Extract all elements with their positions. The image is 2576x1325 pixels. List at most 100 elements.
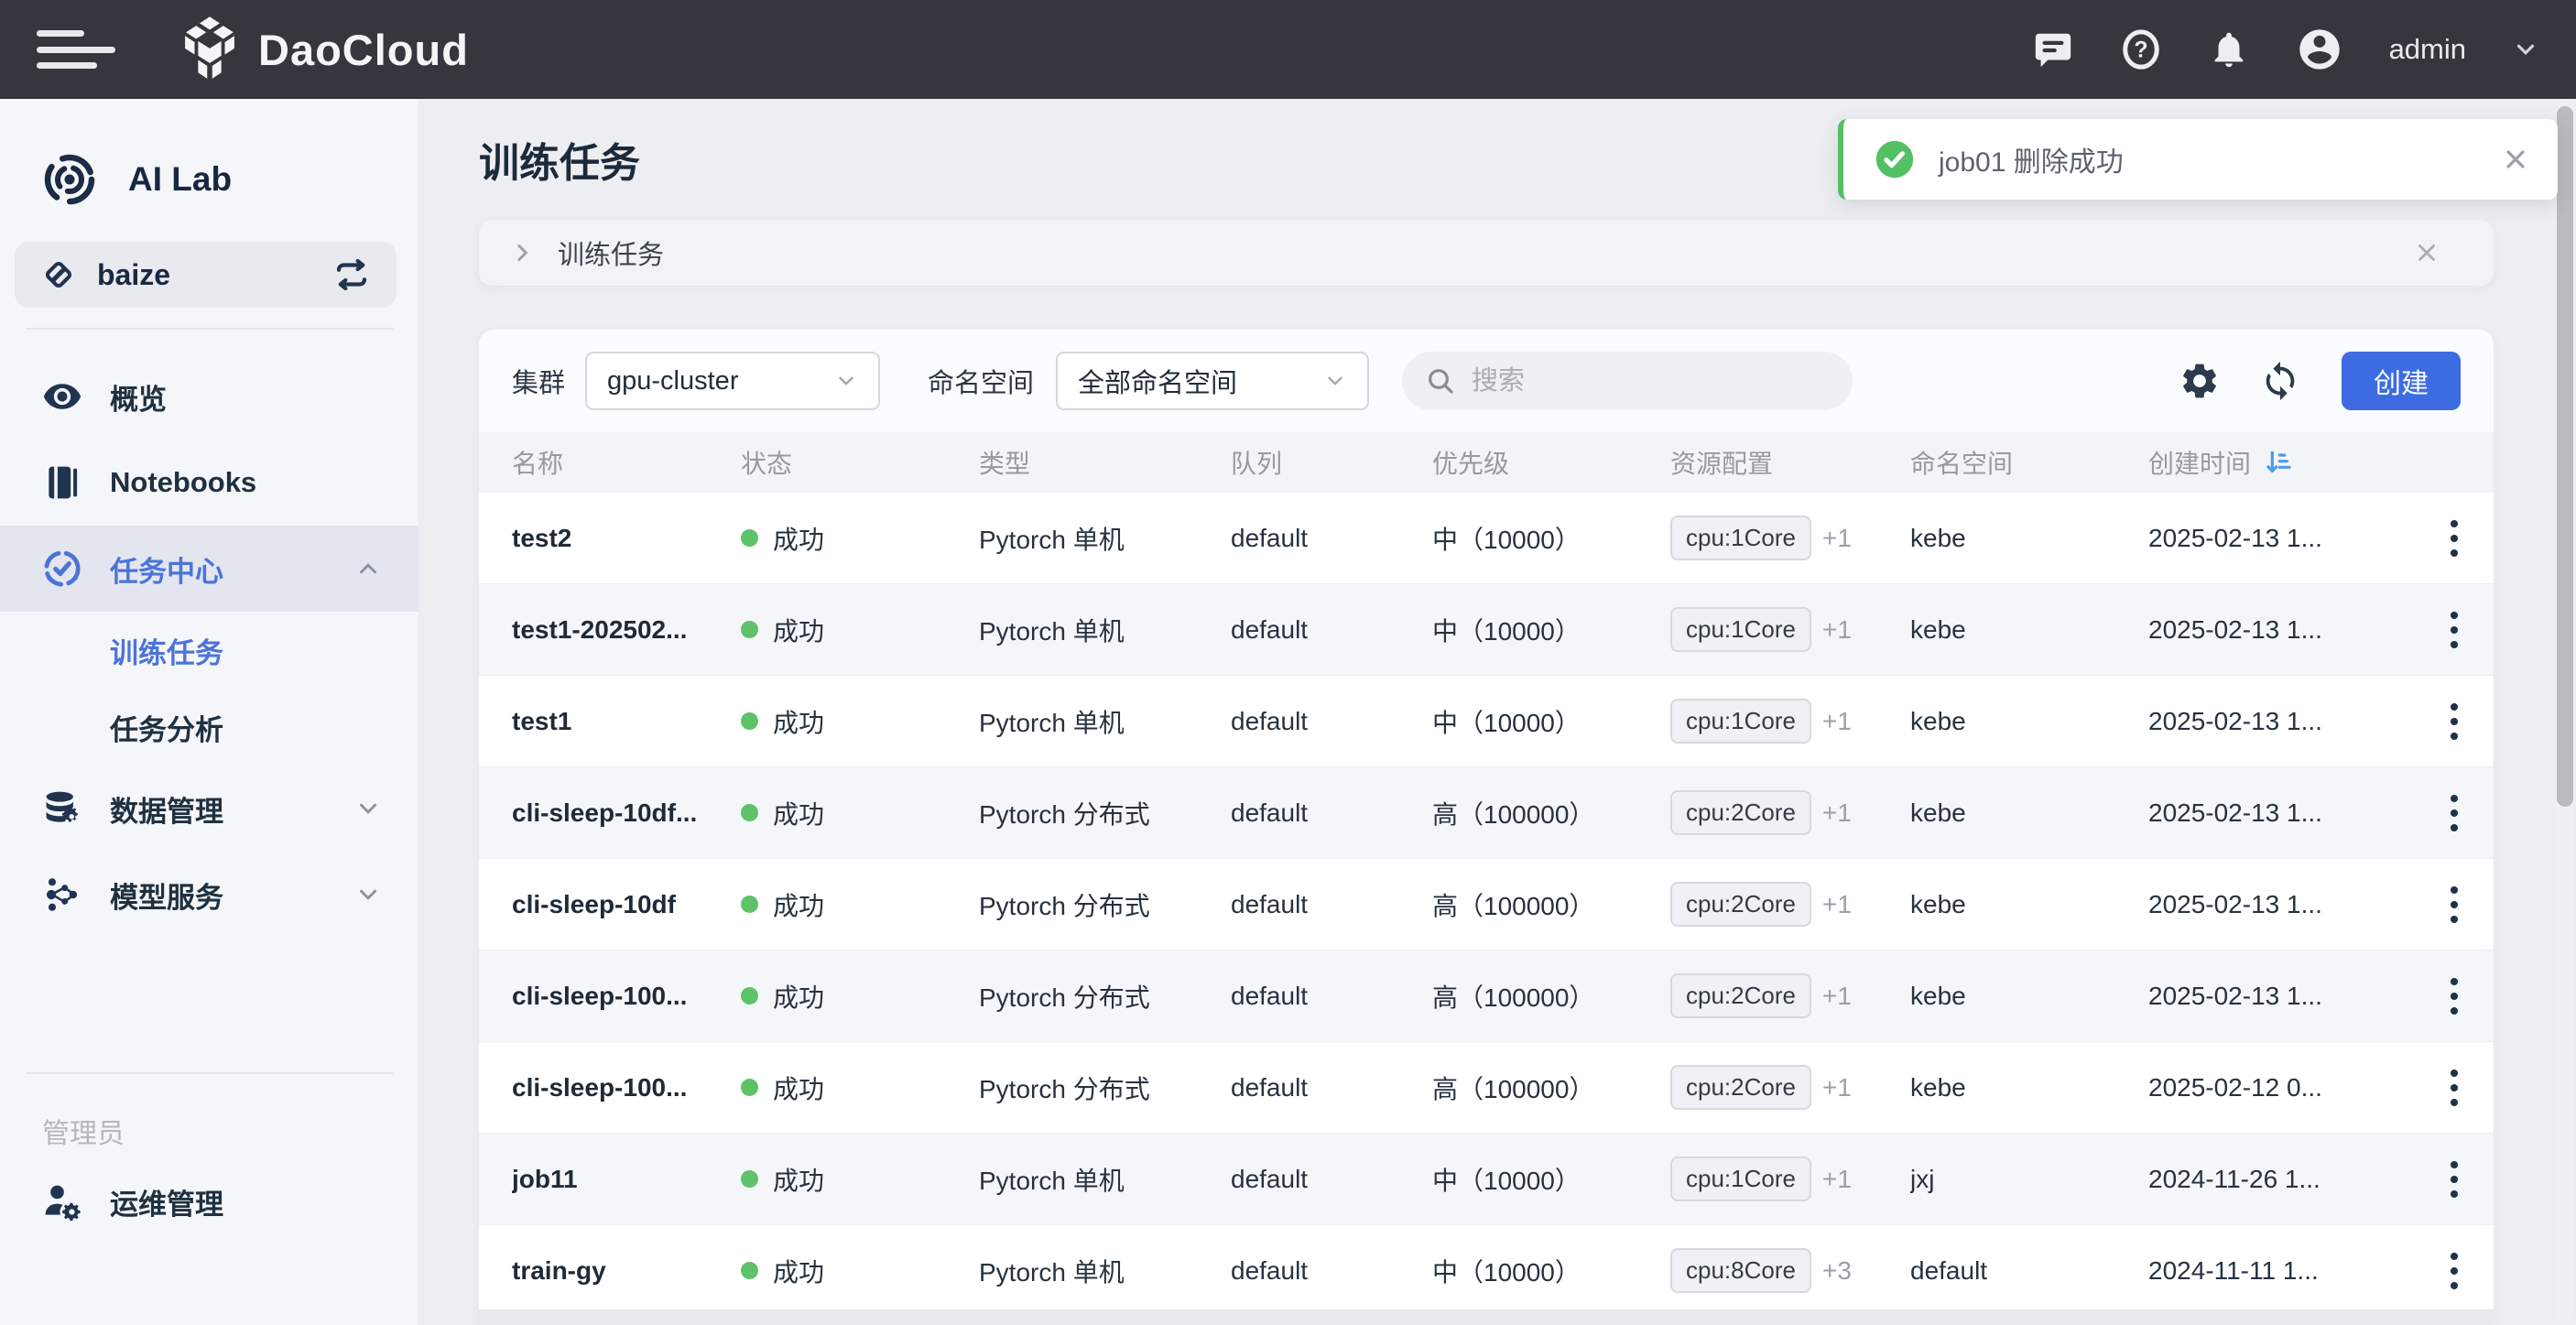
column-header-namespace[interactable]: 命名空间 xyxy=(1910,444,2148,481)
resource-chip[interactable]: cpu:1Core xyxy=(1670,699,1811,744)
gear-icon[interactable] xyxy=(2179,360,2221,402)
column-header-priority[interactable]: 优先级 xyxy=(1432,444,1670,481)
bell-icon[interactable] xyxy=(2208,28,2250,71)
resource-extra-badge[interactable]: +1 xyxy=(1822,798,1852,828)
resource-chip[interactable]: cpu:8Core xyxy=(1670,1248,1811,1293)
chevron-down-icon[interactable] xyxy=(354,795,382,822)
kebab-menu-icon[interactable] xyxy=(2449,606,2460,654)
column-header-type[interactable]: 类型 xyxy=(979,444,1231,481)
resource-extra-badge[interactable]: +1 xyxy=(1822,615,1852,645)
resource-chip[interactable]: cpu:1Core xyxy=(1670,1157,1811,1201)
namespace-select[interactable]: 全部命名空间 xyxy=(1056,352,1369,410)
column-header-name[interactable]: 名称 xyxy=(512,444,741,481)
sidebar-item-overview[interactable]: 概览 xyxy=(0,353,418,440)
kebab-menu-icon[interactable] xyxy=(2449,1064,2460,1112)
kebab-menu-icon[interactable] xyxy=(2449,1247,2460,1295)
help-icon[interactable]: ? xyxy=(2120,28,2162,71)
message-icon[interactable] xyxy=(2032,28,2074,71)
username[interactable]: admin xyxy=(2389,33,2466,66)
job-resources: cpu:1Core +1 xyxy=(1670,699,1910,744)
resource-extra-badge[interactable]: +1 xyxy=(1822,890,1852,919)
kebab-menu-icon[interactable] xyxy=(2449,881,2460,929)
chevron-down-icon[interactable] xyxy=(354,881,382,908)
table-row[interactable]: cli-sleep-100... 成功 Pytorch 分布式 default … xyxy=(479,1042,2494,1134)
resource-chip[interactable]: cpu:1Core xyxy=(1670,516,1811,560)
table-row[interactable]: job11 成功 Pytorch 单机 default 中（10000） cpu… xyxy=(479,1134,2494,1225)
column-header-created-label[interactable]: 创建时间 xyxy=(2148,444,2251,481)
sort-descending-icon[interactable] xyxy=(2264,448,2293,477)
resource-extra-badge[interactable]: +1 xyxy=(1822,1073,1852,1102)
avatar[interactable] xyxy=(2296,26,2343,73)
brand[interactable]: DaoCloud xyxy=(179,16,469,82)
resource-extra-badge[interactable]: +3 xyxy=(1822,1256,1852,1286)
refresh-icon[interactable] xyxy=(2259,360,2301,402)
chevron-down-icon[interactable] xyxy=(2512,36,2539,63)
vertical-scrollbar[interactable] xyxy=(2556,103,2574,1320)
resource-chip[interactable]: cpu:2Core xyxy=(1670,1065,1811,1110)
search-input[interactable] xyxy=(1472,366,1801,396)
job-name[interactable]: job11 xyxy=(512,1165,741,1194)
sidebar-item-task-center[interactable]: 任务中心 xyxy=(0,526,418,612)
job-name[interactable]: test1-202502... xyxy=(512,615,741,645)
resource-extra-badge[interactable]: +1 xyxy=(1822,707,1852,736)
table-row[interactable]: train-gy 成功 Pytorch 单机 default 中（10000） … xyxy=(479,1225,2494,1317)
sidebar-item-ops-management[interactable]: 运维管理 xyxy=(0,1158,418,1244)
table-row[interactable]: test2 成功 Pytorch 单机 default 中（10000） cpu… xyxy=(479,493,2494,584)
job-type: Pytorch 分布式 xyxy=(979,1070,1231,1106)
kebab-menu-icon[interactable] xyxy=(2449,1156,2460,1203)
table-row[interactable]: test1-202502... 成功 Pytorch 单机 default 中（… xyxy=(479,584,2494,676)
resource-extra-badge[interactable]: +1 xyxy=(1822,1165,1852,1194)
sidebar-item-training-jobs[interactable]: 训练任务 xyxy=(0,612,418,689)
column-header-status[interactable]: 状态 xyxy=(741,444,979,481)
kebab-menu-icon[interactable] xyxy=(2449,972,2460,1020)
column-header-resources[interactable]: 资源配置 xyxy=(1670,444,1910,481)
kebab-menu-icon[interactable] xyxy=(2449,698,2460,745)
job-name[interactable]: cli-sleep-100... xyxy=(512,1073,741,1102)
column-header-queue[interactable]: 队列 xyxy=(1231,444,1432,481)
create-button[interactable]: 创建 xyxy=(2342,352,2461,410)
job-name[interactable]: cli-sleep-10df... xyxy=(512,798,741,828)
toast-message: job01 删除成功 xyxy=(1939,139,2124,179)
close-icon[interactable] xyxy=(2413,239,2440,266)
chevron-up-icon[interactable] xyxy=(354,555,382,582)
job-namespace: jxj xyxy=(1910,1165,2148,1194)
resource-chip[interactable]: cpu:2Core xyxy=(1670,882,1811,927)
job-name[interactable]: test1 xyxy=(512,707,741,736)
workspace-selector[interactable]: baize xyxy=(15,242,397,308)
job-name[interactable]: cli-sleep-100... xyxy=(512,982,741,1011)
hamburger-menu-icon[interactable] xyxy=(37,25,115,74)
close-icon[interactable] xyxy=(2501,145,2530,174)
resource-extra-badge[interactable]: +1 xyxy=(1822,524,1852,553)
job-priority: 高（100000） xyxy=(1432,886,1670,923)
kebab-menu-icon[interactable] xyxy=(2449,789,2460,837)
table-row[interactable]: cli-sleep-100... 成功 Pytorch 分布式 default … xyxy=(479,950,2494,1042)
horizontal-scrollbar[interactable] xyxy=(479,1309,2494,1325)
cluster-select[interactable]: gpu-cluster xyxy=(585,352,880,410)
table-row[interactable]: cli-sleep-10df 成功 Pytorch 分布式 default 高（… xyxy=(479,859,2494,950)
breadcrumb-item[interactable]: 训练任务 xyxy=(558,234,664,272)
resource-chip[interactable]: cpu:1Core xyxy=(1670,607,1811,652)
table-row[interactable]: cli-sleep-10df... 成功 Pytorch 分布式 default… xyxy=(479,767,2494,859)
sidebar-item-label: 运维管理 xyxy=(110,1181,223,1222)
job-resources: cpu:2Core +1 xyxy=(1670,973,1910,1018)
resource-extra-badge[interactable]: +1 xyxy=(1822,982,1852,1011)
kebab-menu-icon[interactable] xyxy=(2449,515,2460,562)
job-queue: default xyxy=(1231,615,1432,645)
job-name[interactable]: test2 xyxy=(512,524,741,553)
sidebar-item-data-management[interactable]: 数据管理 xyxy=(0,766,418,852)
resource-chip[interactable]: cpu:2Core xyxy=(1670,973,1811,1018)
search-box[interactable] xyxy=(1402,352,1853,410)
job-name[interactable]: train-gy xyxy=(512,1256,741,1286)
product-header[interactable]: AI Lab xyxy=(0,137,418,222)
job-name[interactable]: cli-sleep-10df xyxy=(512,890,741,919)
vertical-scrollbar-thumb[interactable] xyxy=(2557,106,2573,807)
sidebar-nav: 概览 Notebooks 任务中心 xyxy=(0,353,418,938)
switch-workspace-icon[interactable] xyxy=(332,255,371,294)
job-status: 成功 xyxy=(741,703,979,740)
sidebar-item-notebooks[interactable]: Notebooks xyxy=(0,440,418,526)
status-text: 成功 xyxy=(773,1253,824,1289)
sidebar-item-task-analysis[interactable]: 任务分析 xyxy=(0,689,418,766)
resource-chip[interactable]: cpu:2Core xyxy=(1670,790,1811,835)
table-row[interactable]: test1 成功 Pytorch 单机 default 中（10000） cpu… xyxy=(479,676,2494,767)
sidebar-item-model-service[interactable]: 模型服务 xyxy=(0,852,418,938)
